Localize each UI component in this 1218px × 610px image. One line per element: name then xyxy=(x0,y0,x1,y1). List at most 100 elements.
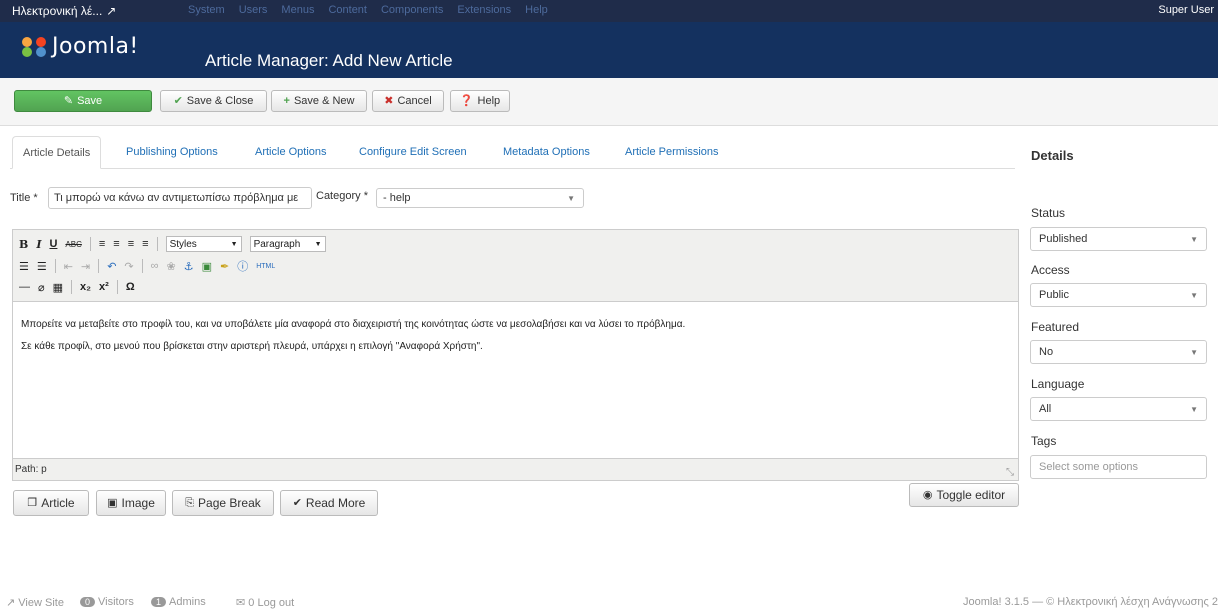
resize-handle-icon[interactable]: ⤡ xyxy=(1006,467,1014,478)
editor-path: Path: p xyxy=(15,464,47,475)
align-justify-icon[interactable]: ≡ xyxy=(142,238,148,250)
user-menu[interactable]: Super User xyxy=(1158,4,1214,16)
bold-icon[interactable]: B xyxy=(19,238,28,251)
chevron-down-icon: ▼ xyxy=(230,240,238,248)
cancel-label: Cancel xyxy=(397,95,432,107)
underline-icon[interactable]: U xyxy=(49,238,57,250)
redo-icon[interactable]: ↷ xyxy=(124,260,133,273)
read-more-button[interactable]: ✔ Read More xyxy=(280,490,378,516)
access-select[interactable]: Public ▼ xyxy=(1030,283,1207,307)
format-select[interactable]: Paragraph ▼ xyxy=(249,236,326,252)
menu-menus[interactable]: Menus xyxy=(281,4,314,16)
insert-image-button[interactable]: ▣ Image xyxy=(96,490,166,516)
menu-extensions[interactable]: Extensions xyxy=(457,4,511,16)
page-break-button[interactable]: ⎘ Page Break xyxy=(172,490,274,516)
chevron-down-icon: ▼ xyxy=(567,194,575,203)
align-left-icon[interactable]: ≡ xyxy=(99,238,105,250)
status-label: Status xyxy=(1031,206,1066,220)
joomla-logo-icon xyxy=(22,36,46,57)
link-icon[interactable]: ∞ xyxy=(151,260,159,272)
visitors-label: Visitors xyxy=(98,596,134,608)
bullet-list-icon[interactable]: ☰ xyxy=(19,260,29,273)
logout-link[interactable]: ✉ 0 Log out xyxy=(236,596,294,609)
site-name: Ηλεκτρονική λέ... xyxy=(12,4,103,18)
admin-menu-bar: Ηλεκτρονική λέ... ↗ System Users Menus C… xyxy=(0,0,1218,22)
align-center-icon[interactable]: ≡ xyxy=(113,238,119,250)
tab-publishing-options[interactable]: Publishing Options xyxy=(126,136,218,169)
site-name-link[interactable]: Ηλεκτρονική λέ... ↗ xyxy=(12,4,116,18)
horizontal-rule-icon[interactable]: — xyxy=(19,281,30,293)
save-button[interactable]: ✎ Save xyxy=(14,90,152,112)
save-close-button[interactable]: ✔ Save & Close xyxy=(160,90,267,112)
styles-select[interactable]: Styles ▼ xyxy=(165,236,242,252)
joomla-logo[interactable]: Joomla! xyxy=(20,34,139,59)
page-title: Article Manager: Add New Article xyxy=(205,51,453,70)
indent-icon[interactable]: ⇥ xyxy=(81,260,90,273)
format-value: Paragraph xyxy=(253,238,301,250)
save-new-label: Save & New xyxy=(293,95,355,107)
status-footer: ↗ View Site 0 Visitors 1 Admins ✉ 0 Log ou… xyxy=(0,594,1218,610)
help-icon[interactable]: ⓘ xyxy=(237,258,248,274)
anchor-icon[interactable]: ⚓ xyxy=(184,260,194,273)
remove-format-icon[interactable]: ⌀ xyxy=(38,281,45,294)
undo-icon[interactable]: ↶ xyxy=(107,260,116,273)
category-select[interactable]: - help ▼ xyxy=(376,188,584,208)
insert-article-button[interactable]: ❐ Article xyxy=(13,490,89,516)
editor-content[interactable]: Μπορείτε να μεταβείτε στο προφίλ του, κα… xyxy=(21,314,685,358)
page-break-label: Page Break xyxy=(198,496,261,510)
menu-users[interactable]: Users xyxy=(239,4,268,16)
edit-icon: ✎ xyxy=(63,94,74,107)
tab-article-permissions[interactable]: Article Permissions xyxy=(625,136,719,169)
menu-help[interactable]: Help xyxy=(525,4,548,16)
mail-icon: ✉ xyxy=(236,597,246,609)
tags-input[interactable]: Select some options xyxy=(1030,455,1207,479)
tab-configure-edit-screen[interactable]: Configure Edit Screen xyxy=(359,136,467,169)
featured-select[interactable]: No ▼ xyxy=(1030,340,1207,364)
html-icon[interactable]: HTML xyxy=(256,263,275,270)
admins-label: Admins xyxy=(169,596,206,608)
article-tabs: Article Details Publishing Options Artic… xyxy=(10,136,1015,169)
tab-article-details[interactable]: Article Details xyxy=(12,136,102,169)
help-label: Help xyxy=(477,95,501,107)
menu-system[interactable]: System xyxy=(188,4,225,16)
status-value: Published xyxy=(1039,233,1088,245)
italic-icon[interactable]: I xyxy=(36,238,41,251)
menu-components[interactable]: Components xyxy=(381,4,443,16)
toolbar: ✎ Save ✔ Save & Close + Save & New ✖ Can… xyxy=(0,78,1218,126)
cleanup-icon[interactable]: ✒ xyxy=(220,260,229,273)
subscript-icon[interactable]: x₂ xyxy=(80,281,91,293)
save-new-button[interactable]: + Save & New xyxy=(271,90,367,112)
strikethrough-icon[interactable]: ABC xyxy=(65,240,81,249)
language-select[interactable]: All ▼ xyxy=(1030,397,1207,421)
status-select[interactable]: Published ▼ xyxy=(1030,227,1207,251)
toggle-editor-button[interactable]: ◉ Toggle editor xyxy=(909,483,1019,507)
editor-toolbar: B I U ABC ≡ ≡ ≡ ≡ Styles ▼ Paragraph ▼ ☰… xyxy=(13,230,1018,302)
title-input[interactable]: Τι μπορώ να κάνω αν αντιμετωπίσω πρόβλημ… xyxy=(48,187,312,209)
cancel-button[interactable]: ✖ Cancel xyxy=(372,90,444,112)
logo-text: Joomla! xyxy=(52,34,139,59)
eye-icon: ◉ xyxy=(922,488,933,501)
tab-article-options[interactable]: Article Options xyxy=(255,136,327,169)
plus-icon: + xyxy=(283,94,290,107)
align-right-icon[interactable]: ≡ xyxy=(128,238,134,250)
visual-aid-icon[interactable]: ▦ xyxy=(53,281,63,294)
chevron-down-icon: ▼ xyxy=(1190,405,1198,414)
editor-toolbar-row-3: — ⌀ ▦ x₂ x² Ω xyxy=(19,280,135,294)
superscript-icon[interactable]: x² xyxy=(99,281,109,293)
tab-metadata-options[interactable]: Metadata Options xyxy=(503,136,590,169)
featured-label: Featured xyxy=(1031,320,1080,334)
editor-toolbar-row-1: B I U ABC ≡ ≡ ≡ ≡ Styles ▼ Paragraph ▼ xyxy=(19,236,326,252)
access-label: Access xyxy=(1031,263,1070,277)
menu-content[interactable]: Content xyxy=(328,4,367,16)
visitors-status: 0 Visitors xyxy=(80,596,134,608)
numbered-list-icon[interactable]: ☰ xyxy=(37,260,47,273)
language-value: All xyxy=(1039,403,1052,415)
outdent-icon[interactable]: ⇤ xyxy=(64,260,73,273)
unlink-icon[interactable]: ❀ xyxy=(166,260,175,273)
help-button[interactable]: ❓ Help xyxy=(450,90,510,112)
special-char-icon[interactable]: Ω xyxy=(126,281,135,293)
copy-icon: ⎘ xyxy=(185,496,195,509)
chevron-down-icon: ▼ xyxy=(1190,235,1198,244)
image-icon[interactable]: ▣ xyxy=(202,260,212,273)
view-site-link[interactable]: ↗ View Site xyxy=(6,596,64,609)
